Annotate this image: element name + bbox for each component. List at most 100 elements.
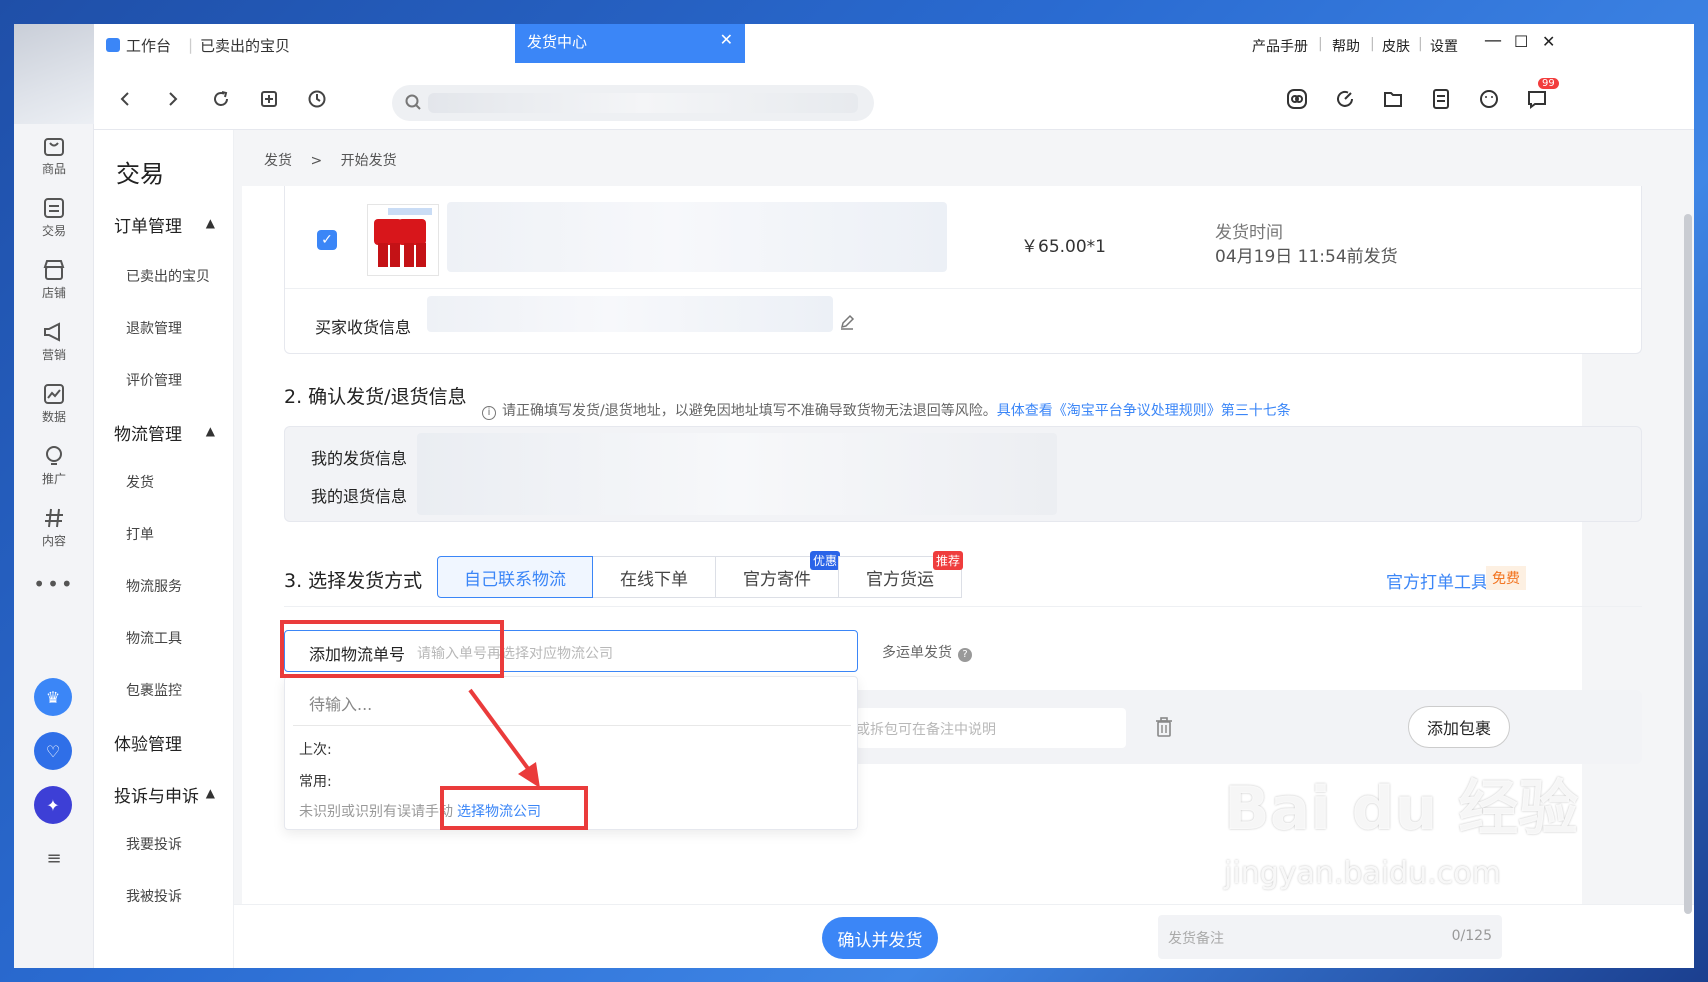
help-icon[interactable]: ? (958, 648, 972, 662)
crown-icon[interactable]: ♛ (34, 678, 72, 716)
multi-waybill-option[interactable]: 多运单发货? (882, 642, 972, 662)
ship-note-input[interactable]: 发货备注 0/125 (1158, 915, 1502, 959)
rail-item-shop[interactable]: 店铺 (14, 254, 94, 316)
more-icon[interactable]: ••• (14, 572, 94, 634)
product-price: ￥65.00*1 (1021, 237, 1106, 257)
group-label: 投诉与申诉 (114, 787, 199, 807)
search-icon (404, 93, 422, 115)
footer-bar: 确认并发货 发货备注 0/125 (234, 904, 1694, 968)
product-thumbnail (367, 204, 439, 276)
trash-icon[interactable] (1154, 716, 1174, 742)
tab-official-freight[interactable]: 官方货运 推荐 (838, 551, 963, 598)
bulb-icon (46, 446, 62, 465)
rail-label: 营销 (41, 348, 66, 362)
group-label: 体验管理 (114, 735, 182, 755)
address-bar[interactable] (392, 85, 874, 121)
method-label: 官方货运 (866, 569, 934, 590)
tab-sold-items[interactable]: 已卖出的宝贝 (200, 30, 290, 60)
rail-item-trade[interactable]: 交易 (14, 192, 94, 254)
watermark-url: jingyan.baidu.com (1224, 856, 1501, 891)
sidebar-item-logistics-service[interactable]: 物流服务 (126, 576, 182, 596)
item-checkbox[interactable]: ✓ (317, 230, 337, 250)
sidebar-item-refund[interactable]: 退款管理 (126, 318, 182, 338)
rail-item-data[interactable]: 数据 (14, 378, 94, 440)
icon-rail: 商品 交易 店铺 营销 数据 推广 内容 ••• ♛ ♡ ✦ ≡ (14, 24, 94, 968)
sidebar-item-print[interactable]: 打单 (126, 524, 154, 544)
send-info-label: 我的发货信息 (311, 449, 408, 468)
sidebar-group-experience[interactable]: 体验管理 (114, 730, 182, 755)
close-icon[interactable]: ✕ (720, 30, 733, 49)
home-icon (106, 38, 120, 52)
sync-icon[interactable] (1332, 86, 1358, 112)
message-icon[interactable]: 99 (1524, 78, 1559, 112)
address-blurred (417, 433, 1057, 515)
sidebar-item-review[interactable]: 评价管理 (126, 370, 182, 390)
forward-icon[interactable] (160, 86, 186, 112)
refresh-icon[interactable] (208, 86, 234, 112)
pencil-icon[interactable] (839, 314, 855, 334)
rail-item-content[interactable]: 内容 (14, 502, 94, 564)
ship-time-label: 发货时间 (1215, 223, 1283, 243)
method-label: 官方寄件 (743, 569, 811, 590)
maximize-icon[interactable]: ☐ (1514, 32, 1528, 51)
tab-official-send[interactable]: 官方寄件 优惠 (715, 551, 840, 598)
package-note-input[interactable]: 或拆包可在备注中说明 (856, 708, 1126, 748)
rail-item-promotion[interactable]: 推广 (14, 440, 94, 502)
sidebar-item-complained[interactable]: 我被投诉 (126, 886, 182, 906)
heart-icon[interactable]: ♡ (34, 732, 72, 770)
recommend-badge: 推荐 (932, 551, 963, 570)
window-close-icon[interactable]: ✕ (1542, 32, 1555, 51)
address-text-blurred (428, 93, 858, 113)
group-label: 物流管理 (114, 425, 182, 445)
new-tab-icon[interactable] (256, 86, 282, 112)
menu-icon[interactable]: ≡ (14, 848, 94, 910)
sidebar-item-package-monitor[interactable]: 包裹监控 (126, 680, 182, 700)
shipping-method-tabs: 自己联系物流 在线下单 官方寄件 优惠 官方货运 推荐 (437, 551, 963, 598)
minimize-icon[interactable]: — (1484, 30, 1502, 51)
sidebar-item-sold[interactable]: 已卖出的宝贝 (126, 266, 210, 286)
sidebar-item-file-complaint[interactable]: 我要投诉 (126, 834, 182, 854)
menu-product-manual[interactable]: 产品手册 (1252, 36, 1308, 56)
baidu-watermark: Bai du 经验 jingyan.baidu.com (1224, 760, 1694, 910)
chevron-up-icon[interactable]: ▲ (206, 786, 215, 800)
document-icon[interactable] (1428, 86, 1454, 112)
group-label: 订单管理 (114, 217, 182, 237)
sidebar-group-order[interactable]: 订单管理 (114, 212, 182, 237)
back-icon[interactable] (112, 86, 138, 112)
store-icon (43, 260, 65, 280)
divider (284, 606, 1642, 607)
sidebar-item-logistics-tools[interactable]: 物流工具 (126, 628, 182, 648)
sidebar-item-ship[interactable]: 发货 (126, 472, 154, 492)
sidebar: 交易 订单管理 ▲ 已卖出的宝贝 退款管理 评价管理 物流管理 ▲ 发货 打单 … (94, 130, 234, 968)
rail-item-marketing[interactable]: 营销 (14, 316, 94, 378)
address-notice: i 请正确填写发货/退货地址，以避免因地址填写不准确导致货物无法退回等风险。具体查… (482, 400, 1291, 420)
official-print-tool-link[interactable]: 官方打单工具 (1386, 568, 1488, 593)
rail-item-goods[interactable]: 商品 (14, 130, 94, 192)
menu-help[interactable]: 帮助 (1332, 36, 1360, 56)
char-count: 0/125 (1451, 928, 1492, 944)
ship-note-placeholder: 发货备注 (1168, 931, 1224, 947)
add-package-button[interactable]: 添加包裹 (1408, 706, 1510, 748)
history-icon[interactable] (304, 86, 330, 112)
info-icon: i (482, 406, 496, 420)
tab-self-logistics[interactable]: 自己联系物流 (437, 556, 593, 598)
mascot-icon[interactable]: ✦ (34, 786, 72, 824)
discount-badge: 优惠 (809, 551, 840, 570)
chevron-up-icon[interactable]: ▲ (206, 424, 215, 438)
menu-settings[interactable]: 设置 (1430, 36, 1458, 56)
menu-skin[interactable]: 皮肤 (1382, 36, 1410, 56)
chevron-up-icon[interactable]: ▲ (206, 216, 215, 230)
breadcrumb-parent[interactable]: 发货 (264, 153, 292, 169)
tab-shipping-center[interactable]: 发货中心 ✕ (515, 24, 745, 63)
tab-online-order[interactable]: 在线下单 (592, 556, 716, 598)
smile-icon[interactable] (1476, 86, 1502, 112)
tab-workbench[interactable]: 工作台 (106, 30, 171, 60)
return-info-label: 我的退货信息 (311, 487, 408, 506)
folder-icon[interactable] (1380, 86, 1406, 112)
confirm-ship-button[interactable]: 确认并发货 (822, 917, 938, 959)
rule-link[interactable]: 具体查看《淘宝平台争议处理规则》第三十七条 (997, 403, 1291, 419)
avatar[interactable] (14, 24, 94, 124)
chat-bubble-icon[interactable] (1284, 86, 1310, 112)
sidebar-group-logistics[interactable]: 物流管理 (114, 420, 182, 445)
sidebar-group-complaint[interactable]: 投诉与申诉 (114, 782, 199, 807)
